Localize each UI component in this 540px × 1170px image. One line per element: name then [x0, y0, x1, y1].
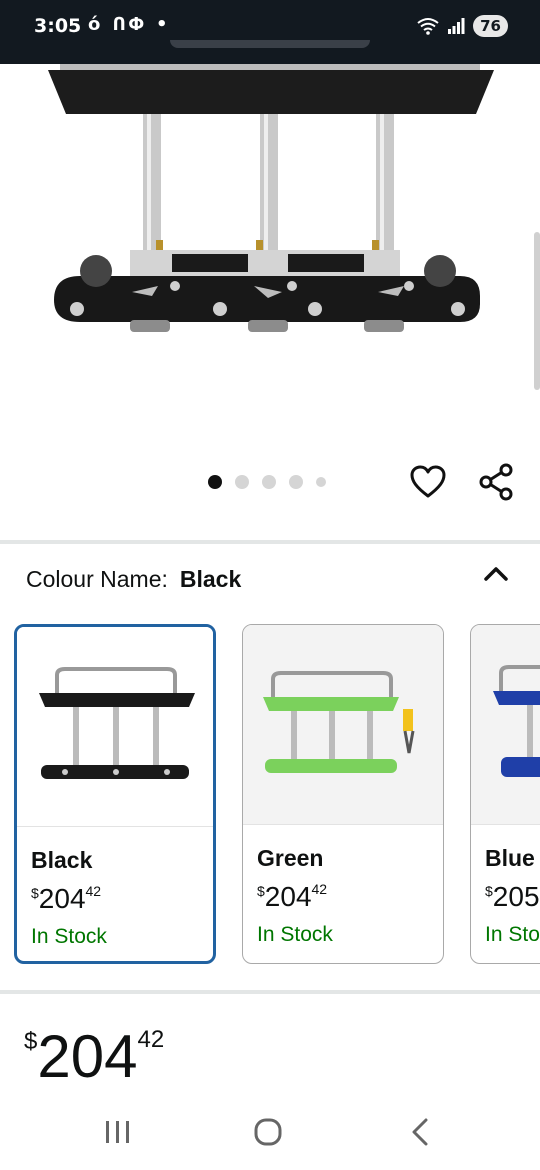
- section-divider: [0, 990, 540, 994]
- collapse-colour-button[interactable]: [480, 558, 512, 590]
- system-navigation-bar: [0, 1096, 540, 1170]
- swatch-green[interactable]: Green $20442 In Stock: [242, 624, 444, 964]
- product-photo-illustration: [48, 64, 494, 332]
- colour-swatches[interactable]: Black $20442 In Stock Green $20442 In St…: [0, 622, 540, 968]
- back-icon: [412, 1118, 428, 1146]
- wishlist-button[interactable]: [406, 460, 450, 504]
- carousel-dot[interactable]: [262, 475, 276, 489]
- price-fraction: 42: [137, 1026, 165, 1053]
- carousel-dot[interactable]: [208, 475, 222, 489]
- swatch-blue[interactable]: Blue $205 In Stock: [470, 624, 540, 964]
- system-tray: 76: [417, 14, 508, 38]
- status-bar: 3:05 ό ՈՓ • 76: [0, 0, 540, 64]
- swatch-image: [243, 625, 443, 825]
- colour-label: Colour Name:: [26, 566, 168, 592]
- wifi-icon: [417, 18, 439, 35]
- swatch-name: Green: [257, 845, 324, 871]
- colour-name-row: Colour Name: Black: [26, 566, 241, 593]
- home-button[interactable]: [238, 1110, 298, 1154]
- product-price: $20442: [24, 1022, 164, 1091]
- product-image[interactable]: [0, 64, 540, 444]
- swatch-stock-status: In Stock: [485, 923, 540, 946]
- chevron-up-icon: [484, 567, 508, 581]
- swatch-black[interactable]: Black $20442 In Stock: [14, 624, 216, 964]
- image-scroll-indicator: [534, 232, 540, 390]
- swatch-price: $205: [485, 881, 540, 912]
- section-divider: [0, 540, 540, 544]
- carousel-dot[interactable]: [235, 475, 249, 489]
- swatch-stock-status: In Stock: [257, 923, 333, 946]
- price-whole: 204: [37, 1023, 138, 1090]
- carousel-dots: [208, 474, 326, 490]
- signal-icon: [448, 18, 465, 34]
- share-icon: [479, 463, 513, 501]
- recent-apps-button[interactable]: [88, 1110, 148, 1154]
- heart-icon: [410, 465, 446, 498]
- status-time: 3:05: [34, 15, 82, 37]
- url-bar-handle[interactable]: [170, 40, 370, 48]
- swatch-product-thumbnail: [39, 667, 195, 779]
- swatch-price: $20442: [257, 881, 328, 912]
- notification-icons: ό ՈՓ •: [88, 14, 171, 35]
- swatch-image: [17, 627, 213, 827]
- carousel-dot[interactable]: [289, 475, 303, 489]
- swatch-product-thumbnail: [493, 665, 540, 777]
- price-currency: $: [24, 1028, 38, 1055]
- carousel-dot[interactable]: [316, 477, 326, 487]
- swatch-image: [471, 625, 540, 825]
- swatch-stock-status: In Stock: [31, 925, 107, 948]
- swatch-product-thumbnail: [263, 671, 415, 773]
- recent-apps-icon: [106, 1121, 129, 1143]
- amazon-product-screen: 3:05 ό ՈՓ • 76 Colour Name: Black Black …: [0, 0, 540, 1170]
- swatch-name: Black: [31, 847, 93, 873]
- swatch-name: Blue: [485, 845, 535, 871]
- share-button[interactable]: [474, 460, 518, 504]
- colour-value: Black: [179, 566, 242, 592]
- battery-indicator: 76: [473, 15, 508, 37]
- back-button[interactable]: [390, 1110, 450, 1154]
- swatch-price: $20442: [31, 883, 102, 914]
- home-icon: [254, 1118, 282, 1146]
